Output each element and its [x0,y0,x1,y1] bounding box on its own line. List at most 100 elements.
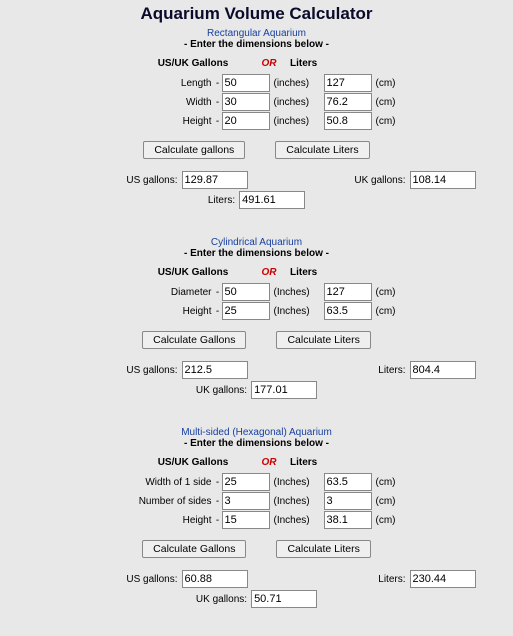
unit-cm: (cm) [372,78,410,89]
cyl-liters-label: Liters: [276,365,410,376]
rect-us-gallons-output[interactable] [182,171,248,189]
hex-height-label: Height [104,515,214,526]
rect-uk-gallons-output[interactable] [410,171,476,189]
cyl-uk-gallons-output[interactable] [251,381,317,399]
hex-row-height: Height - (Inches) (cm) [104,511,410,529]
dash: - [214,306,222,317]
hex-us-gallons-label: US gallons: [38,574,182,585]
hex-height-cm[interactable] [324,511,372,529]
rect-row-length: Length - (inches) (cm) [104,74,410,92]
cyl-us-gallons-label: US gallons: [38,365,182,376]
rect-height-cm[interactable] [324,112,372,130]
rect-width-label: Width [104,97,214,108]
rect-calculate-gallons-button[interactable]: Calculate gallons [143,141,245,159]
hex-sides-in[interactable] [222,492,270,510]
hex-row-side: Width of 1 side - (Inches) (cm) [104,473,410,491]
unit-cm: (cm) [372,515,410,526]
hex-us-gallons-output[interactable] [182,570,248,588]
header-or: OR [248,267,290,278]
header-liters: Liters [290,457,375,468]
cyl-calculate-gallons-button[interactable]: Calculate Gallons [142,331,246,349]
rect-uk-gallons-label: UK gallons: [276,175,410,186]
hex-side-in[interactable] [222,473,270,491]
cyl-height-in[interactable] [222,302,270,320]
cyl-uk-gallons-label: UK gallons: [196,385,251,396]
unit-cm: (cm) [372,97,410,108]
unit-inches: (Inches) [270,306,324,317]
header-or: OR [248,58,290,69]
hex-uk-gallons-output[interactable] [251,590,317,608]
hex-liters-output[interactable] [410,570,476,588]
cyl-row-height: Height - (Inches) (cm) [104,302,410,320]
header-usuk: US/UK Gallons [138,58,248,69]
header-or: OR [248,457,290,468]
hex-title: Multi-sided (Hexagonal) Aquarium [0,427,513,438]
page-title: Aquarium Volume Calculator [0,4,513,24]
dash: - [214,287,222,298]
hex-side-label: Width of 1 side [104,477,214,488]
cyl-liters-output[interactable] [410,361,476,379]
unit-cm: (cm) [372,477,410,488]
section-rectangular: Rectangular Aquarium - Enter the dimensi… [0,28,513,209]
rect-header-row: US/UK Gallons OR Liters [0,58,513,69]
unit-inches: (Inches) [270,477,324,488]
unit-inches: (Inches) [270,287,324,298]
unit-cm: (cm) [372,496,410,507]
unit-inches: (Inches) [270,496,324,507]
header-usuk: US/UK Gallons [138,267,248,278]
rect-width-in[interactable] [222,93,270,111]
hex-row-sides: Number of sides - (Inches) (cm) [104,492,410,510]
unit-inches: (inches) [270,97,324,108]
cyl-title: Cylindrical Aquarium [0,237,513,248]
section-hexagonal: Multi-sided (Hexagonal) Aquarium - Enter… [0,427,513,608]
section-cylindrical: Cylindrical Aquarium - Enter the dimensi… [0,237,513,399]
hex-calculate-liters-button[interactable]: Calculate Liters [276,540,370,558]
dash: - [214,477,222,488]
rect-height-in[interactable] [222,112,270,130]
hex-height-in[interactable] [222,511,270,529]
unit-inches: (inches) [270,78,324,89]
rect-length-in[interactable] [222,74,270,92]
hex-uk-gallons-label: UK gallons: [196,594,251,605]
cyl-diameter-label: Diameter [104,287,214,298]
dash: - [214,116,222,127]
rect-row-height: Height - (inches) (cm) [104,112,410,130]
cyl-us-gallons-output[interactable] [182,361,248,379]
unit-inches: (Inches) [270,515,324,526]
cyl-header-row: US/UK Gallons OR Liters [0,267,513,278]
rect-liters-output[interactable] [239,191,305,209]
rect-row-width: Width - (inches) (cm) [104,93,410,111]
rect-length-label: Length [104,78,214,89]
hex-instruction: - Enter the dimensions below - [0,438,513,449]
hex-calculate-gallons-button[interactable]: Calculate Gallons [142,540,246,558]
header-usuk: US/UK Gallons [138,457,248,468]
cyl-instruction: - Enter the dimensions below - [0,248,513,259]
rect-length-cm[interactable] [324,74,372,92]
header-liters: Liters [290,267,375,278]
cyl-row-diameter: Diameter - (Inches) (cm) [104,283,410,301]
rect-width-cm[interactable] [324,93,372,111]
rect-us-gallons-label: US gallons: [38,175,182,186]
hex-sides-label: Number of sides [104,496,214,507]
rect-instruction: - Enter the dimensions below - [0,39,513,50]
rect-liters-label: Liters: [208,195,239,206]
header-liters: Liters [290,58,375,69]
dash: - [214,78,222,89]
cyl-calculate-liters-button[interactable]: Calculate Liters [276,331,370,349]
cyl-diameter-cm[interactable] [324,283,372,301]
hex-liters-label: Liters: [276,574,410,585]
unit-cm: (cm) [372,306,410,317]
dash: - [214,97,222,108]
hex-sides-cm[interactable] [324,492,372,510]
rect-calculate-liters-button[interactable]: Calculate Liters [275,141,369,159]
cyl-height-label: Height [104,306,214,317]
dash: - [214,515,222,526]
cyl-diameter-in[interactable] [222,283,270,301]
hex-side-cm[interactable] [324,473,372,491]
unit-cm: (cm) [372,116,410,127]
hex-header-row: US/UK Gallons OR Liters [0,457,513,468]
cyl-height-cm[interactable] [324,302,372,320]
unit-cm: (cm) [372,287,410,298]
rect-title: Rectangular Aquarium [0,28,513,39]
dash: - [214,496,222,507]
